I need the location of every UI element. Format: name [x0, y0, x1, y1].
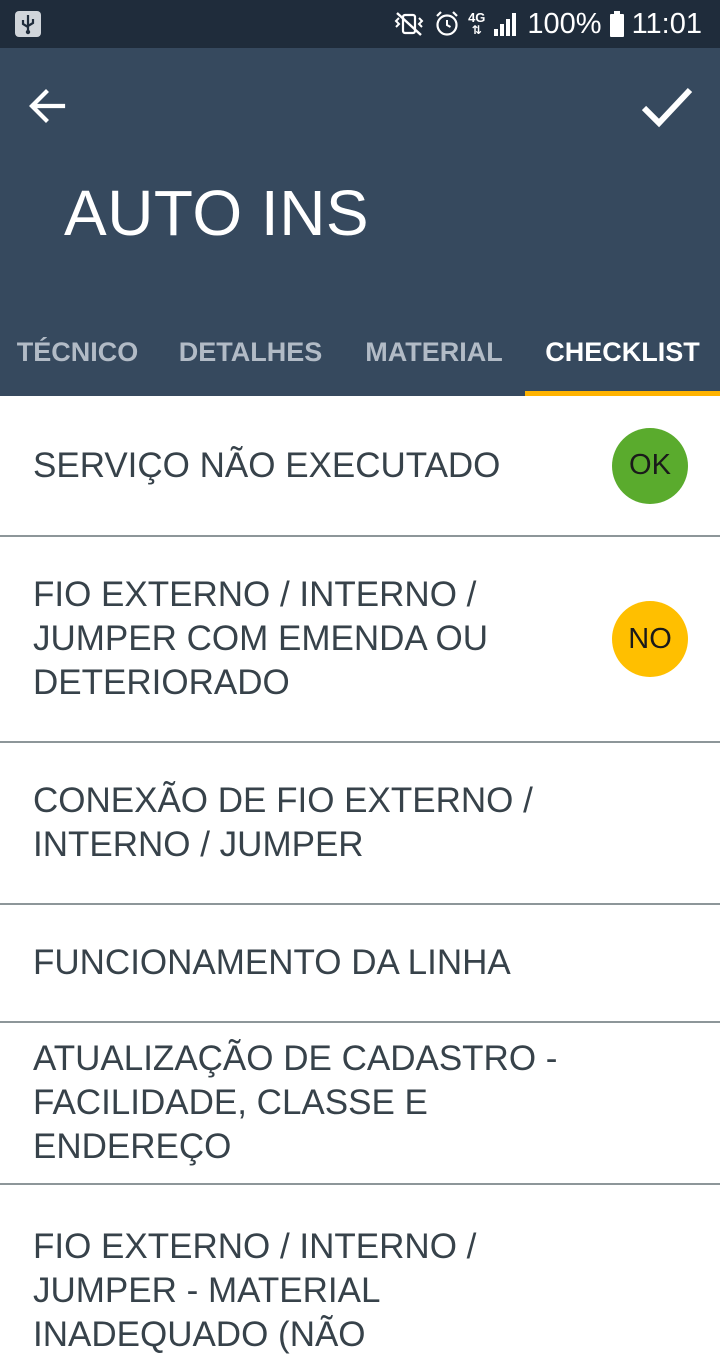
- alarm-icon: [436, 11, 458, 36]
- tab-detalhes[interactable]: DETALHES: [163, 308, 338, 396]
- tab-checklist[interactable]: CHECKLIST: [525, 308, 720, 396]
- arrow-back-icon: [29, 89, 66, 123]
- checklist: SERVIÇO NÃO EXECUTADO OK FIO EXTERNO / I…: [0, 396, 720, 1354]
- tab-tecnico[interactable]: TÉCNICO: [0, 308, 155, 396]
- page-title: AUTO INS: [64, 177, 370, 249]
- battery-icon: [609, 11, 624, 37]
- check-icon: [641, 87, 693, 128]
- list-item-label: SERVIÇO NÃO EXECUTADO: [33, 445, 501, 485]
- confirm-button[interactable]: [638, 78, 696, 136]
- list-item-label: CONEXÃO DE FIO EXTERNO / INTERNO / JUMPE…: [33, 781, 533, 864]
- tab-bar: TÉCNICO DETALHES MATERIAL CHECKLIST: [0, 308, 720, 396]
- usb-debug-icon: [15, 11, 41, 37]
- back-button[interactable]: [22, 80, 74, 132]
- list-item-label: ATUALIZAÇÃO DE CADASTRO - FACILIDADE, CL…: [33, 1039, 558, 1166]
- list-item-label: FUNCIONAMENTO DA LINHA: [33, 943, 511, 982]
- list-item[interactable]: FUNCIONAMENTO DA LINHA: [0, 905, 720, 1023]
- status-badge-no[interactable]: NO: [612, 601, 688, 677]
- status-bar: 4G ⇅ 100% 11:01: [0, 0, 720, 48]
- list-item-label: FIO EXTERNO / INTERNO / JUMPER - MATERIA…: [33, 1227, 477, 1354]
- status-badge-ok[interactable]: OK: [612, 427, 688, 504]
- app-bar: AUTO INS TÉCNICO DETALHES MATERIAL CHECK…: [0, 48, 720, 396]
- network-type-label: 4G ⇅: [468, 10, 486, 37]
- signal-icon: [494, 13, 517, 36]
- list-item[interactable]: SERVIÇO NÃO EXECUTADO OK: [0, 396, 720, 537]
- list-item[interactable]: FIO EXTERNO / INTERNO / JUMPER - MATERIA…: [0, 1185, 720, 1354]
- tab-material[interactable]: MATERIAL: [350, 308, 518, 396]
- clock: 11:01: [631, 7, 702, 40]
- list-item[interactable]: CONEXÃO DE FIO EXTERNO / INTERNO / JUMPE…: [0, 743, 720, 905]
- list-item-label: FIO EXTERNO / INTERNO / JUMPER COM EMEND…: [33, 575, 489, 702]
- battery-percent: 100%: [527, 7, 602, 40]
- list-item[interactable]: FIO EXTERNO / INTERNO / JUMPER COM EMEND…: [0, 537, 720, 743]
- list-item[interactable]: ATUALIZAÇÃO DE CADASTRO - FACILIDADE, CL…: [0, 1023, 720, 1185]
- vibrate-mute-icon: [394, 12, 424, 36]
